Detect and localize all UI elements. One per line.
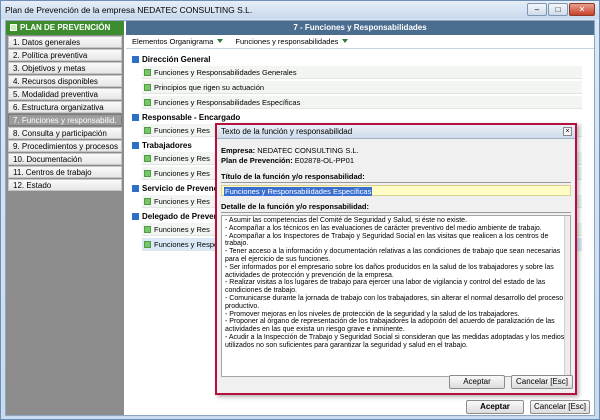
sidebar-item[interactable]: 1. Datos generales [8,36,122,48]
leaf-icon [144,241,151,248]
detalle-text: - Asumir las competencias del Comité de … [225,217,565,349]
sidebar-item[interactable]: 3. Objetivos y metas [8,62,122,74]
group-label: Trabajadores [142,141,192,150]
sidebar-item[interactable]: 6. Estructura organizativa [8,101,122,113]
dropdown-arrow-icon [342,39,349,43]
minimize-button[interactable]: – [527,3,547,16]
tree-leaf[interactable]: Funciones y Responsabilidades Específica… [142,96,582,109]
group-label: Delegado de Preven [142,212,219,221]
tree-group-direccion[interactable]: Dirección General [130,53,590,66]
accept-button[interactable]: Aceptar [466,400,524,414]
leaf-label: Funciones y Respon [154,240,223,249]
detalle-label: Detalle de la función y/o responsabilida… [221,202,369,211]
leaf-icon [144,69,151,76]
maximize-button[interactable]: □ [548,3,568,16]
dropdown-arrow-icon [217,39,224,43]
dialog-title: Texto de la función y responsabilidad [221,127,353,136]
group-label: Dirección General [142,55,211,64]
dialog-cancel-label: Cancelar [Esc] [515,377,569,386]
leaf-label: Funciones y Res [154,154,210,163]
leaf-icon [144,226,151,233]
dialog-cancel-button[interactable]: Cancelar [Esc] [511,375,573,389]
leaf-icon [144,155,151,162]
dialog-titlebar: Texto de la función y responsabilidad × [217,125,575,139]
sidebar: PLAN DE PREVENCIÓN 1. Datos generales 2. … [6,21,124,415]
sidebar-header-label: PLAN DE PREVENCIÓN [20,23,111,32]
leaf-icon [144,170,151,177]
divider [221,212,571,213]
window-titlebar: Plan de Prevención de la empresa NEDATEC… [1,1,599,19]
empresa-value: NEDATEC CONSULTING S.L. [257,146,359,155]
plan-value: E02878-OL-PP01 [294,156,355,165]
leaf-label: Funciones y Responsabilidades Específica… [154,98,301,107]
leaf-label: Funciones y Res [154,126,210,135]
sidebar-item[interactable]: 7. Funciones y responsabilid. [8,114,122,126]
cancel-button[interactable]: Cancelar [Esc] [530,400,590,414]
group-icon [132,142,139,149]
close-window-button[interactable]: ✕ [569,3,595,16]
tree-leaf[interactable]: Principios que rigen su actuación [142,81,582,94]
leaf-icon [144,84,151,91]
divider [221,182,571,183]
organigrama-menu[interactable]: Elementos Organigrama [132,35,224,49]
group-icon [132,114,139,121]
toolbar: Elementos Organigrama Funciones y respon… [126,35,594,49]
organigrama-menu-label: Elementos Organigrama [132,37,214,46]
group-icon [132,56,139,63]
leaf-label: Funciones y Res [154,197,210,206]
dialog-accept-button[interactable]: Aceptar [449,375,505,389]
tree-leaf[interactable]: Funciones y Responsabilidades Generales [142,66,582,79]
group-icon [132,185,139,192]
group-label: Responsable - Encargado [142,113,241,122]
plan-key: Plan de Prevención: [221,156,293,165]
funciones-menu[interactable]: Funciones y responsabilidades [235,35,349,49]
dialog-accept-label: Aceptar [463,377,491,386]
leaf-icon [144,127,151,134]
function-text-dialog: Texto de la función y responsabilidad × … [215,123,577,395]
cancel-button-label: Cancelar [Esc] [533,402,587,411]
sidebar-item[interactable]: 5. Modalidad preventiva [8,88,122,100]
accept-button-label: Aceptar [480,402,510,411]
leaf-label: Funciones y Res [154,225,210,234]
detalle-scrollbar[interactable] [564,216,570,376]
titulo-value: Funciones y Responsabilidades Específica… [224,187,373,196]
leaf-label: Funciones y Res [154,169,210,178]
sidebar-item[interactable]: 8. Consulta y participación [8,127,122,139]
sidebar-item[interactable]: 11. Centros de trabajo [8,166,122,178]
group-label: Servicio de Prevenció [142,184,226,193]
section-title: 7 - Funciones y Responsabilidades [126,21,594,35]
sidebar-item[interactable]: 10. Documentación [8,153,122,165]
empresa-row: Empresa: NEDATEC CONSULTING S.L. [221,146,571,156]
main-button-bar: Aceptar Cancelar [Esc] [126,399,594,415]
detalle-textarea[interactable]: - Asumir las competencias del Comité de … [221,215,571,377]
titulo-label: Título de la función y/o responsabilidad… [221,172,365,181]
plan-icon [10,24,17,31]
sidebar-item[interactable]: 12. Estado [8,179,122,191]
plan-row: Plan de Prevención: E02878-OL-PP01 [221,156,571,166]
leaf-label: Principios que rigen su actuación [154,83,265,92]
sidebar-header: PLAN DE PREVENCIÓN [6,21,124,35]
leaf-label: Funciones y Responsabilidades Generales [154,68,297,77]
sidebar-list: 1. Datos generales 2. Política preventiva… [6,36,124,191]
sidebar-item[interactable]: 2. Política preventiva [8,49,122,61]
window-title: Plan de Prevención de la empresa NEDATEC… [5,5,253,15]
empresa-key: Empresa: [221,146,256,155]
titulo-input[interactable]: Funciones y Responsabilidades Específica… [221,185,571,196]
group-icon [132,213,139,220]
sidebar-item[interactable]: 4. Recursos disponibles [8,75,122,87]
dialog-close-icon[interactable]: × [563,127,572,136]
sidebar-item[interactable]: 9. Procedimientos y procesos [8,140,122,152]
leaf-icon [144,198,151,205]
leaf-icon [144,99,151,106]
application-window: Plan de Prevención de la empresa NEDATEC… [0,0,600,420]
funciones-menu-label: Funciones y responsabilidades [235,37,339,46]
dialog-body: Empresa: NEDATEC CONSULTING S.L. Plan de… [221,143,571,377]
